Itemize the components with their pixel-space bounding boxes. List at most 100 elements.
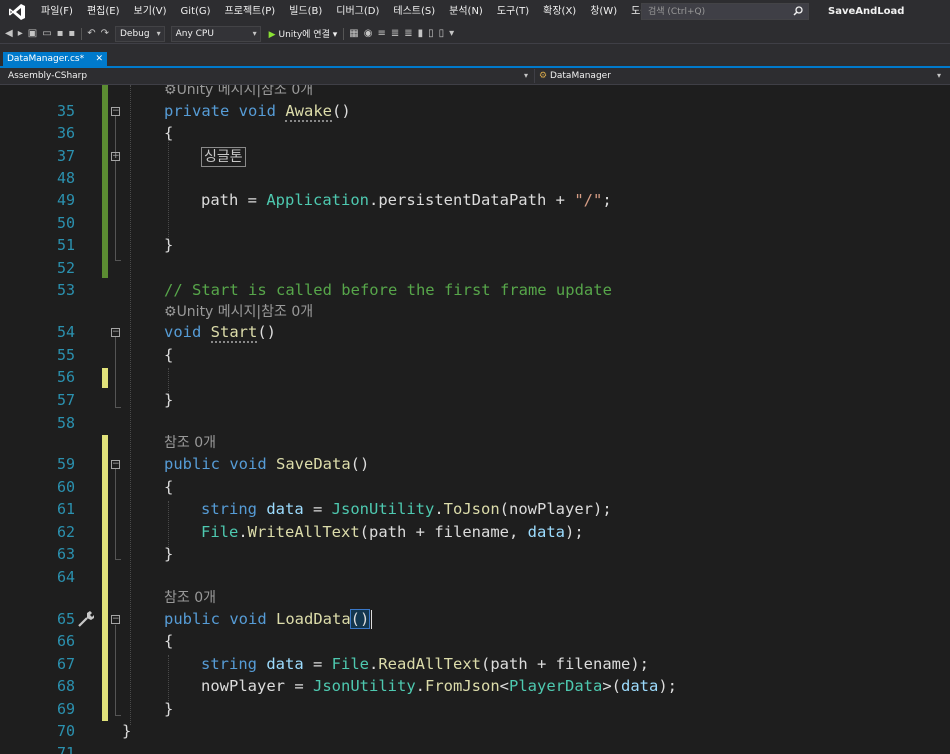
collapse-icon[interactable]: − (111, 107, 120, 116)
code-lens-unity[interactable]: ⚙Unity 메시지|참조 0개 (164, 301, 313, 323)
token-punct: () (332, 102, 351, 120)
toolbar-separator (343, 27, 345, 40)
toolbar-overflow-icon[interactable]: ▾ (449, 26, 454, 42)
save-icon[interactable]: ▪ (57, 26, 64, 42)
menu-debug[interactable]: 디버그(D) (329, 0, 386, 24)
code-editor[interactable]: ⚙Unity 메시지|참조 0개 35 − private void Awake… (0, 85, 950, 754)
menu-tools[interactable]: 도구(T) (490, 0, 536, 24)
collapsed-region[interactable]: 싱글톤 (201, 147, 246, 167)
token-punct: { (164, 632, 174, 650)
token-variable: data (621, 677, 659, 695)
code-text: nowPlayer = JsonUtility.FromJson<PlayerD… (201, 675, 677, 697)
configuration-dropdown[interactable]: Debug (114, 25, 165, 42)
code-line: 64 (0, 566, 950, 588)
comment-icon[interactable]: ≣ (391, 26, 399, 42)
line-number: 71 (56, 744, 75, 754)
visual-studio-logo-icon[interactable] (6, 2, 28, 22)
token-method: ToJson (443, 500, 500, 518)
bookmark-next-icon[interactable]: ▯ (439, 26, 445, 42)
token-identifier: nowPlayer (201, 677, 285, 695)
token-variable: data (266, 655, 304, 673)
menu-test[interactable]: 테스트(S) (386, 0, 442, 24)
token-punct: + (546, 191, 575, 209)
token-punct: } (164, 700, 174, 718)
code-line: 59 − public void SaveData() (0, 453, 950, 475)
open-folder-icon[interactable]: ▭ (42, 26, 51, 42)
forward-icon[interactable]: ▸ (18, 26, 23, 42)
browser-icon[interactable]: ▦ (349, 26, 358, 42)
menu-project[interactable]: 프로젝트(P) (218, 0, 283, 24)
platform-dropdown[interactable]: Any CPU (170, 25, 261, 42)
unity-icon: ⚙ (164, 304, 177, 320)
collapse-icon[interactable]: − (111, 328, 120, 337)
code-line: 57 } (0, 389, 950, 411)
close-icon[interactable]: ✕ (95, 52, 103, 66)
token-type: JsonUtility (313, 677, 416, 695)
project-dropdown[interactable]: Assembly-CSharp ▾ (2, 69, 536, 83)
code-lens-unity[interactable]: ⚙Unity 메시지|참조 0개 (164, 85, 313, 101)
token-punct: ( (499, 500, 510, 518)
search-icon[interactable] (793, 6, 803, 20)
token-identifier: path (369, 523, 407, 541)
type-dropdown[interactable]: ⚙ DataManager ▾ (534, 69, 949, 83)
bookmark-icon[interactable]: ▮ (418, 26, 424, 42)
menu-window[interactable]: 창(W) (583, 0, 624, 24)
code-text: } (164, 234, 173, 256)
bookmark-prev-icon[interactable]: ▯ (428, 26, 434, 42)
code-line: 61 string data = JsonUtility.ToJson(nowP… (0, 498, 950, 520)
collapse-icon[interactable]: − (111, 615, 120, 624)
token-punct: () (350, 455, 370, 473)
new-project-icon[interactable]: ▣ (28, 26, 37, 42)
format-icon[interactable]: ≡ (377, 26, 385, 42)
save-all-icon[interactable]: ▪ (68, 26, 75, 42)
expand-icon[interactable]: + (111, 152, 120, 161)
search-input[interactable]: 검색 (Ctrl+Q) (641, 3, 809, 20)
code-text: public void LoadData() (164, 608, 371, 630)
tab-datamanager[interactable]: DataManager.cs* ✕ (3, 52, 107, 66)
unity-icon: ⚙ (164, 85, 177, 98)
redo-icon[interactable]: ↷ (101, 26, 109, 42)
collapse-icon[interactable]: − (111, 460, 120, 469)
code-text: } (122, 720, 131, 742)
menu-extensions[interactable]: 확장(X) (536, 0, 583, 24)
code-text: string data = JsonUtility.ToJson(nowPlay… (201, 498, 612, 520)
token-keyword: public (164, 455, 220, 473)
code-line: 70 } (0, 720, 950, 742)
token-punct: ( (359, 523, 369, 541)
token-punct: ); (630, 655, 649, 673)
menu-edit[interactable]: 편집(E) (80, 0, 127, 24)
code-line: 35 − private void Awake() (0, 100, 950, 122)
token-punct: . (434, 500, 444, 518)
line-number: 52 (56, 259, 75, 277)
hot-reload-icon[interactable]: ◉ (364, 26, 373, 42)
line-number: 35 (56, 102, 75, 120)
uncomment-icon[interactable]: ≣ (404, 26, 412, 42)
token-punct: } (122, 722, 132, 740)
token-keyword: void (229, 455, 267, 473)
play-icon: ▶ (268, 30, 276, 40)
code-text: 싱글톤 (201, 145, 246, 167)
code-line: 68 nowPlayer = JsonUtility.FromJson<Play… (0, 675, 950, 697)
menu-view[interactable]: 보기(V) (127, 0, 174, 24)
code-line: 69 } (0, 698, 950, 720)
tab-label: DataManager.cs* (7, 54, 85, 64)
attach-unity-button[interactable]: ▶ Unity에 연결 ▾ (269, 27, 338, 40)
code-text: } (164, 389, 173, 411)
class-icon: ⚙ (539, 71, 548, 81)
line-number: 65 (56, 610, 75, 628)
code-lens-references[interactable]: 참조 0개 (164, 432, 216, 454)
token-punct: = (303, 655, 332, 673)
undo-icon[interactable]: ↶ (87, 26, 95, 42)
code-lens-references[interactable]: 참조 0개 (164, 587, 216, 609)
project-name: Assembly-CSharp (8, 71, 88, 81)
back-icon[interactable]: ◀ (5, 26, 13, 42)
menu-git[interactable]: Git(G) (174, 0, 218, 24)
menu-file[interactable]: 파일(F) (34, 0, 80, 24)
code-lens-text: Unity 메시지|참조 0개 (176, 304, 314, 320)
line-number: 37 (56, 147, 75, 165)
code-line: 67 string data = File.ReadAllText(path +… (0, 653, 950, 675)
menu-analyze[interactable]: 분석(N) (442, 0, 490, 24)
code-text: private void Awake() (164, 100, 351, 122)
menu-build[interactable]: 빌드(B) (282, 0, 329, 24)
token-punct: } (164, 391, 174, 409)
